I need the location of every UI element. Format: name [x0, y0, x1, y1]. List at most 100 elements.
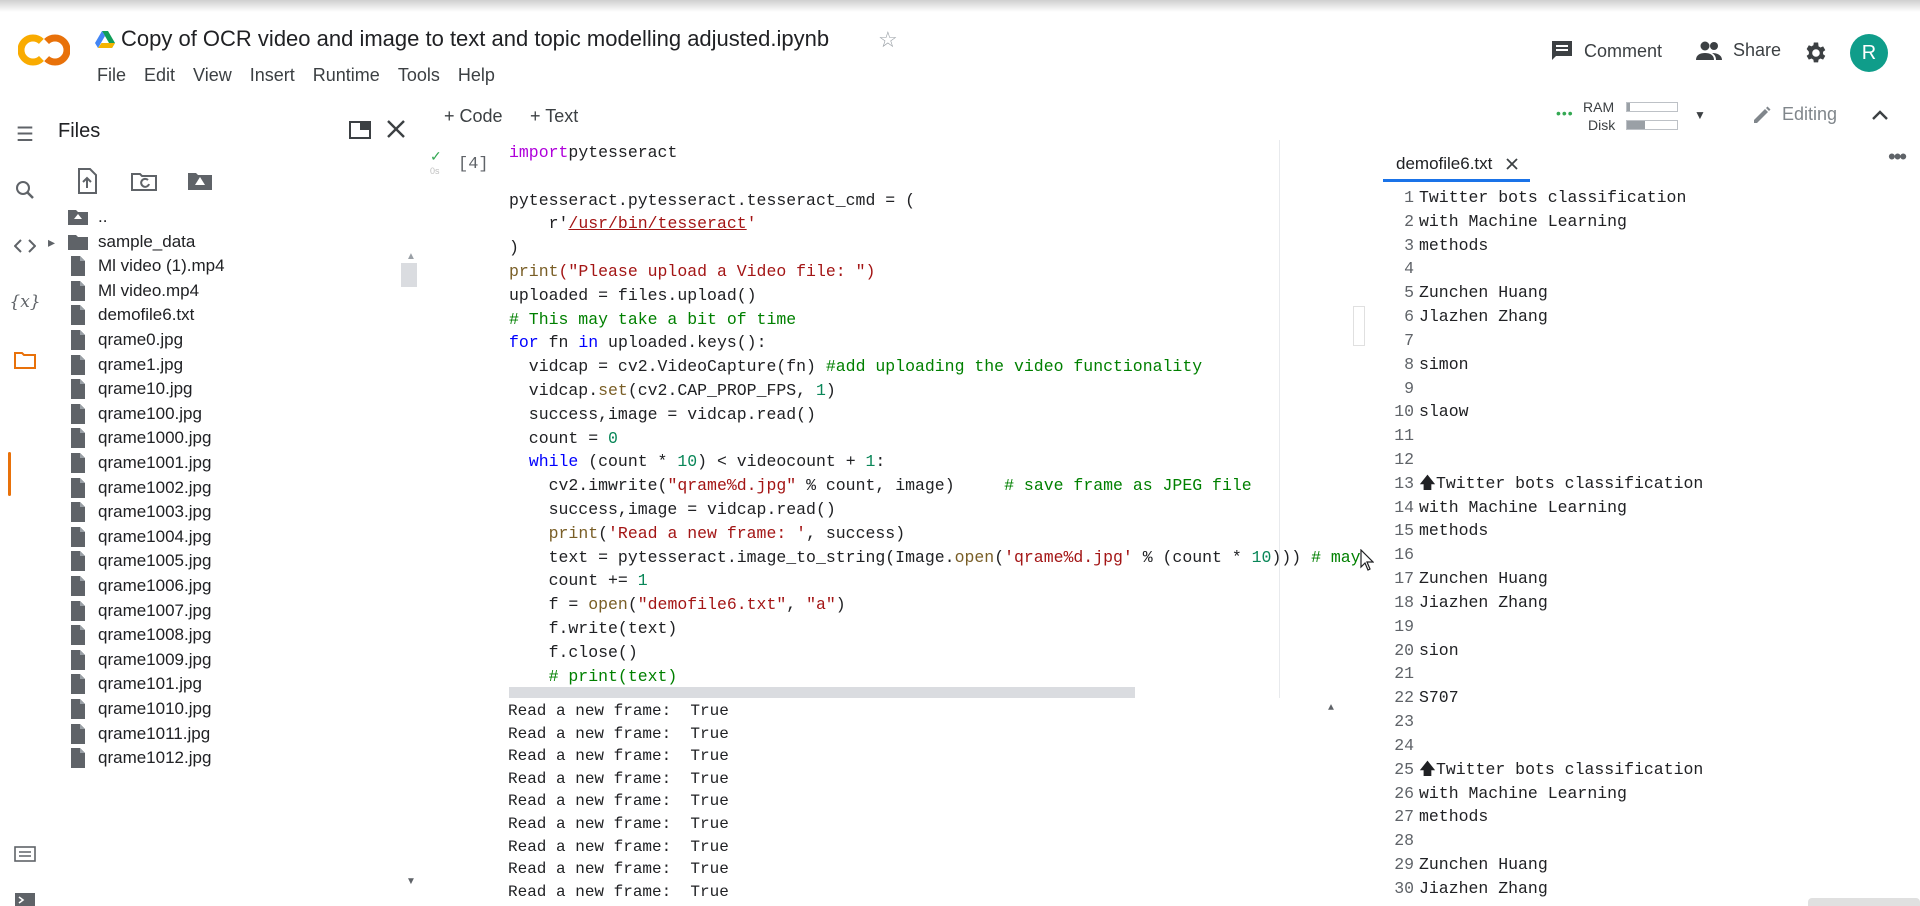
people-icon — [1696, 41, 1722, 60]
editor-line: 23 — [1380, 710, 1900, 734]
run-success-check-icon[interactable]: ✓ — [430, 148, 442, 165]
editor-bottom-scrollbar[interactable] — [1808, 898, 1920, 906]
comment-button[interactable]: Comment — [1550, 40, 1662, 62]
editor-line: 13 🡅Twitter bots classification — [1380, 472, 1900, 496]
menu-insert[interactable]: Insert — [241, 63, 304, 88]
line-number: 11 — [1394, 426, 1414, 445]
cell-output: ▲ Read a new frame: True Read a new frame… — [420, 698, 1340, 906]
line-number: 26 — [1394, 784, 1414, 803]
menu-edit[interactable]: Edit — [135, 63, 184, 88]
menu-runtime[interactable]: Runtime — [304, 63, 389, 88]
code-horizontal-scrollbar[interactable] — [509, 687, 1135, 698]
scroll-up-arrow-icon[interactable]: ▲ — [406, 251, 416, 262]
terminal-icon[interactable] — [13, 888, 37, 906]
code-line: count += 1 — [509, 571, 648, 590]
table-of-contents-icon[interactable]: ☰ — [13, 122, 37, 146]
notebook-title[interactable]: Copy of OCR video and image to text and … — [121, 26, 829, 52]
line-number: 5 — [1404, 283, 1414, 302]
editor-line: 10 slaow — [1380, 400, 1900, 424]
line-text: with Machine Learning — [1419, 784, 1627, 803]
file-name: Ml video.mp4 — [98, 281, 200, 300]
code-line: count = 0 — [509, 429, 618, 448]
output-line: Read a new frame: True — [508, 792, 729, 810]
add-code-button[interactable]: + Code — [444, 106, 503, 127]
chevron-up-icon[interactable] — [1868, 104, 1892, 128]
line-number: 18 — [1394, 593, 1414, 612]
output-line: Read a new frame: True — [508, 702, 729, 720]
code-line: # print(text) — [509, 667, 678, 686]
editor-line: 20 sion — [1380, 639, 1900, 663]
editor-line: 22 S707 — [1380, 686, 1900, 710]
line-text: Jiazhen Zhang — [1419, 593, 1548, 612]
file-name: qrame101.jpg — [98, 674, 202, 693]
editor-line: 17 Zunchen Huang — [1380, 567, 1900, 591]
editor-line: 1 Twitter bots classification — [1380, 186, 1900, 210]
editor-line: 28 — [1380, 829, 1900, 853]
file-icon — [71, 625, 85, 645]
line-text: Zunchen Huang — [1419, 855, 1548, 874]
header-bar: Copy of OCR video and image to text and … — [0, 0, 1920, 110]
code-line: cv2.imwrite("qrame%d.jpg" % count, image… — [509, 476, 1252, 495]
disk-label: Disk — [1588, 117, 1616, 133]
output-line: Read a new frame: True — [508, 815, 729, 833]
add-text-button[interactable]: + Text — [530, 106, 578, 127]
code-line: f = open("demofile6.txt", "a") — [509, 595, 846, 614]
editing-mode-button[interactable]: Editing — [1752, 104, 1837, 125]
file-tree-scrollbar[interactable] — [401, 263, 417, 287]
output-line: Read a new frame: True — [508, 838, 729, 856]
files-panel: Files .. ▸ sample_data Ml video (1).mp4 Ml v… — [48, 110, 420, 906]
open-in-new-window-icon[interactable] — [348, 118, 372, 142]
line-number: 22 — [1394, 688, 1414, 707]
search-icon[interactable] — [13, 178, 37, 202]
line-number: 9 — [1404, 379, 1414, 398]
code-line: r'/usr/bin/tesseract' — [509, 214, 757, 233]
editor-line: 21 — [1380, 662, 1900, 686]
code-line: # This may take a bit of time — [509, 310, 797, 329]
expand-caret-icon[interactable]: ▸ — [48, 234, 66, 251]
file-icon — [71, 453, 85, 473]
line-number: 19 — [1394, 617, 1414, 636]
file-name: qrame1004.jpg — [98, 527, 212, 546]
code-snippets-icon[interactable] — [13, 234, 37, 258]
output-line: Read a new frame: True — [508, 860, 729, 878]
menu-file[interactable]: File — [88, 63, 135, 88]
line-number: 1 — [1404, 188, 1414, 207]
editor-line: 29 Zunchen Huang — [1380, 853, 1900, 877]
colab-logo[interactable] — [18, 33, 70, 67]
file-item[interactable]: qrame1012.jpg — [66, 743, 211, 773]
close-icon[interactable] — [383, 116, 409, 142]
output-scroll-up-icon[interactable]: ▲ — [1328, 703, 1334, 714]
user-avatar[interactable]: R — [1850, 34, 1888, 72]
line-text: simon — [1419, 355, 1469, 374]
close-icon[interactable] — [1506, 157, 1519, 170]
mount-drive-icon[interactable] — [185, 166, 215, 196]
line-number: 20 — [1394, 641, 1414, 660]
folder-icon[interactable] — [13, 348, 37, 372]
editor-line: 27 methods — [1380, 805, 1900, 829]
code-cell[interactable]: ✓ 0s [4] importpytesseract pytesseract.py… — [420, 138, 1361, 698]
code-line: uploaded = files.upload() — [509, 286, 757, 305]
scroll-down-arrow-icon[interactable]: ▼ — [406, 876, 416, 887]
chevron-down-icon[interactable]: ▼ — [1694, 108, 1706, 122]
editor-line: 24 — [1380, 734, 1900, 758]
code-line: f.write(text) — [509, 619, 678, 638]
more-options-icon[interactable]: ••• — [1888, 144, 1907, 170]
line-text: Zunchen Huang — [1419, 283, 1548, 302]
menu-help[interactable]: Help — [449, 63, 504, 88]
command-palette-icon[interactable] — [13, 842, 37, 866]
star-icon[interactable]: ☆ — [878, 27, 898, 53]
menu-tools[interactable]: Tools — [389, 63, 449, 88]
code-line: success,image = vidcap.read() — [509, 500, 836, 519]
menu-view[interactable]: View — [184, 63, 241, 88]
file-name: qrame1005.jpg — [98, 551, 212, 570]
output-line: Read a new frame: True — [508, 770, 729, 788]
code-line: pytesseract.pytesseract.tesseract_cmd = … — [509, 191, 915, 210]
execution-count: [4] — [458, 155, 489, 174]
upload-file-icon[interactable] — [72, 166, 102, 196]
editor-tab[interactable]: demofile6.txt — [1383, 148, 1531, 182]
gear-icon[interactable] — [1802, 40, 1828, 66]
share-button[interactable]: Share — [1695, 40, 1781, 61]
scroll-marker — [1353, 306, 1365, 346]
variables-icon[interactable]: {x} — [9, 290, 40, 314]
refresh-folder-icon[interactable] — [129, 166, 159, 196]
